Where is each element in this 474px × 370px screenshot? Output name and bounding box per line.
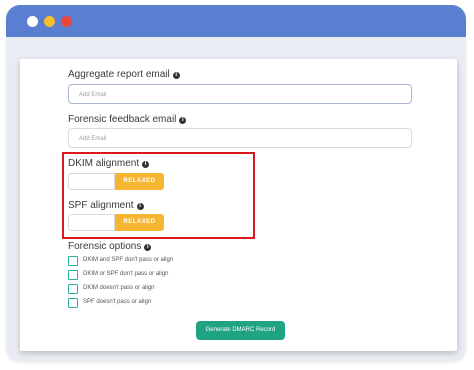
generate-dmarc-button[interactable]: Generate DMARC Record (196, 321, 285, 340)
browser-window: Aggregate report email i Add Email Forens… (6, 5, 466, 362)
info-icon[interactable]: i (172, 72, 180, 79)
aggregate-email-label: Aggregate report email (68, 69, 170, 80)
info-icon[interactable]: i (136, 203, 144, 210)
forensic-option-label: DKIM and SPF don't pass or align (83, 257, 174, 263)
title-bar (6, 5, 466, 37)
window-dot-red-icon[interactable] (61, 16, 72, 27)
forensic-option-label: DKIM or SPF don't pass or align (83, 271, 169, 277)
spf-relaxed-button[interactable]: RELAXED (115, 214, 164, 231)
forensic-option-checkbox[interactable] (68, 270, 78, 280)
info-icon[interactable]: i (179, 117, 187, 124)
dkim-relaxed-button[interactable]: RELAXED (115, 173, 164, 190)
forensic-option-checkbox[interactable] (68, 284, 78, 294)
forensic-options-label-row: Forensic options i (68, 241, 152, 252)
forensic-option-label: SPF doesn't pass or align (83, 299, 152, 305)
aggregate-email-input[interactable]: Add Email (68, 84, 412, 104)
forensic-email-label: Forensic feedback email (68, 114, 177, 125)
spf-strict-option[interactable] (68, 214, 115, 231)
forensic-options-label: Forensic options (68, 241, 142, 252)
forensic-email-label-row: Forensic feedback email i (68, 114, 187, 125)
dkim-label-row: DKIM alignment i (68, 158, 150, 169)
dmarc-form-panel: Aggregate report email i Add Email Forens… (20, 59, 457, 351)
forensic-option-label: DKIM doesn't pass or align (83, 285, 155, 291)
info-icon[interactable]: i (144, 244, 152, 251)
forensic-email-input[interactable]: Add Email (68, 128, 412, 148)
forensic-option-checkbox[interactable] (68, 256, 78, 266)
dkim-strict-option[interactable] (68, 173, 115, 190)
dkim-alignment-label: DKIM alignment (68, 158, 140, 169)
forensic-option-checkbox[interactable] (68, 298, 78, 308)
spf-label-row: SPF alignment i (68, 200, 144, 211)
window-dot-white-icon[interactable] (27, 16, 38, 27)
aggregate-email-label-row: Aggregate report email i (68, 69, 180, 80)
info-icon[interactable]: i (142, 161, 150, 168)
spf-alignment-label: SPF alignment (68, 200, 134, 211)
window-dot-yellow-icon[interactable] (44, 16, 55, 27)
